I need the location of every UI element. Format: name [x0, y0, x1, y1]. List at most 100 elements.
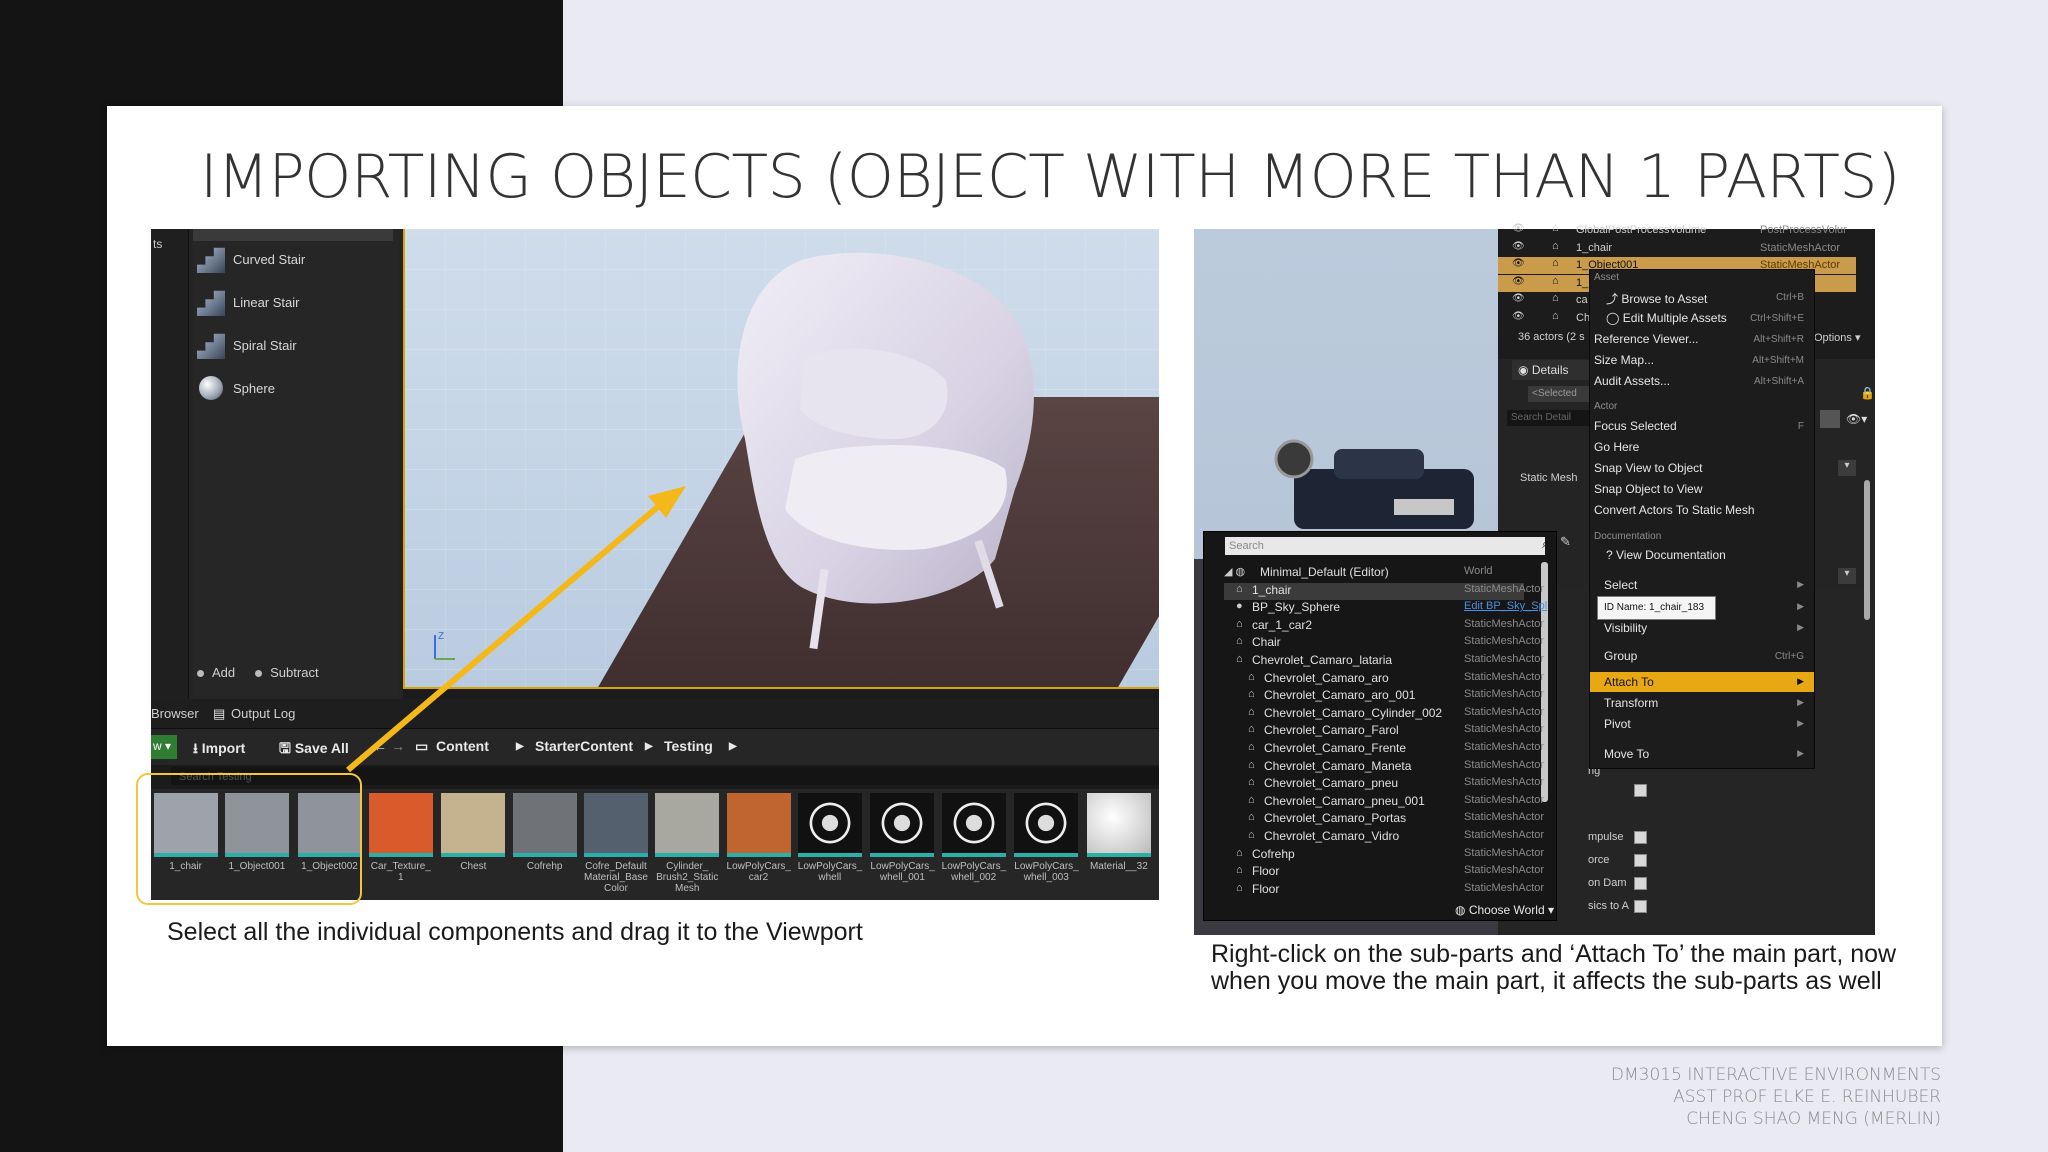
picker-row[interactable]: ⌂ Chair StaticMeshActor: [1224, 635, 1544, 652]
asset-thumbnail: [1086, 793, 1151, 857]
choose-world-dropdown[interactable]: ◍ Choose World ▾: [1455, 903, 1554, 917]
picker-row[interactable]: ⌂ Floor StaticMeshActor: [1224, 882, 1544, 899]
asset-tile[interactable]: LowPolyCars_ car2: [726, 793, 791, 883]
picker-row[interactable]: ⌂ Chevrolet_Camaro_pneu StaticMeshActor: [1224, 776, 1544, 793]
picker-row[interactable]: ⌂ Chevrolet_Camaro_Portas StaticMeshActor: [1224, 811, 1544, 828]
options-dropdown[interactable]: Options ▾: [1814, 331, 1861, 344]
breadcrumb-content[interactable]: Content: [436, 738, 489, 754]
picker-row[interactable]: ⌂ Cofrehp StaticMeshActor: [1224, 847, 1544, 864]
import-button[interactable]: ⭳ Import: [193, 738, 245, 762]
dropdown-arrow-icon[interactable]: ▾: [1838, 460, 1856, 476]
asset-tile[interactable]: LowPolyCars_ whell_003: [1014, 793, 1079, 883]
level-viewport[interactable]: Z: [403, 229, 1159, 689]
picker-row[interactable]: ⌂ Chevrolet_Camaro_Maneta StaticMeshActor: [1224, 759, 1544, 776]
property-checkbox[interactable]: [1634, 877, 1647, 890]
asset-tile[interactable]: Car_Texture_ 1: [368, 793, 433, 883]
picker-row[interactable]: ⌂ Chevrolet_Camaro_aro StaticMeshActor: [1224, 671, 1544, 688]
picker-row[interactable]: ⌂ Chevrolet_Camaro_pneu_001 StaticMeshAct…: [1224, 794, 1544, 811]
radio-dot-icon: [197, 670, 204, 678]
picker-row[interactable]: ◢ ◍ Minimal_Default (Editor) World: [1224, 565, 1524, 582]
visibility-eye-icon[interactable]: 👁: [1512, 241, 1525, 252]
ctx-group[interactable]: Group: [1604, 649, 1637, 663]
ctx-view-documentation[interactable]: ? View Documentation: [1606, 548, 1726, 562]
visibility-eye-icon[interactable]: 👁: [1512, 311, 1525, 322]
outliner-row[interactable]: 👁 ⌂ GlobalPostProcessVolume PostProcessVolu…: [1498, 222, 1856, 239]
property-checkbox[interactable]: [1634, 831, 1647, 844]
ctx-attach-to[interactable]: Attach To: [1604, 675, 1654, 689]
outliner-row[interactable]: 👁 ⌂ 1_chair StaticMeshActor: [1498, 240, 1856, 257]
dropdown-arrow-icon[interactable]: ▾: [1838, 568, 1856, 584]
place-item-sphere[interactable]: Sphere: [197, 370, 397, 406]
tab-content-browser[interactable]: Browser: [151, 706, 199, 721]
tab-output-log[interactable]: Output Log: [231, 706, 295, 721]
ctx-snap-view-to-object[interactable]: Snap View to Object: [1594, 461, 1703, 475]
ctx-transform[interactable]: Transform: [1604, 696, 1658, 710]
submenu-arrow-icon: ▶: [1797, 579, 1804, 589]
place-item-spiral-stair[interactable]: Spiral Stair: [197, 327, 397, 363]
add-radio[interactable]: Add: [197, 665, 235, 680]
eyedropper-icon[interactable]: ✎: [1560, 534, 1571, 550]
ctx-visibility[interactable]: Visibility: [1604, 621, 1647, 635]
picker-row[interactable]: ⌂ car_1_car2 StaticMeshActor: [1224, 618, 1544, 635]
lock-icon[interactable]: 🔒: [1860, 386, 1875, 400]
ctx-snap-object-to-view[interactable]: Snap Object to View: [1594, 482, 1703, 496]
ctx-browse-to-asset[interactable]: ⤴ Browse to Asset: [1606, 290, 1707, 307]
ctx-move-to[interactable]: Move To: [1604, 747, 1649, 761]
picker-row[interactable]: ⌂ Chevrolet_Camaro_Frente StaticMeshActor: [1224, 741, 1544, 758]
details-scrollbar[interactable]: [1864, 480, 1870, 620]
visibility-eye-icon[interactable]: 👁: [1512, 293, 1525, 304]
asset-tile[interactable]: LowPolyCars_ whell_002: [941, 793, 1006, 883]
picker-search-input[interactable]: Search: [1225, 537, 1545, 555]
ctx-audit-assets[interactable]: Audit Assets...: [1594, 374, 1670, 388]
asset-tile[interactable]: LowPolyCars_ whell_001: [870, 793, 935, 883]
ctx-go-here[interactable]: Go Here: [1594, 440, 1639, 454]
property-checkbox[interactable]: [1634, 854, 1647, 867]
subtract-radio[interactable]: Subtract: [255, 665, 319, 680]
picker-row[interactable]: ⌂ Chevrolet_Camaro_lataria StaticMeshActo…: [1224, 653, 1544, 670]
tab-details[interactable]: ◉ Details: [1512, 360, 1592, 380]
property-checkbox[interactable]: [1634, 784, 1647, 797]
visibility-eye-icon[interactable]: 👁: [1512, 276, 1525, 287]
place-item-linear-stair[interactable]: Linear Stair: [197, 284, 397, 320]
asset-tile[interactable]: LowPolyCars_ whell: [797, 793, 862, 883]
asset-tile[interactable]: Cylinder_ Brush2_Static Mesh: [655, 793, 720, 894]
search-details-input[interactable]: Search Detail: [1507, 410, 1589, 426]
grid-view-icon[interactable]: [1820, 410, 1840, 428]
breadcrumb-startercontent[interactable]: StarterContent: [535, 738, 633, 754]
picker-row-name: Chevrolet_Camaro_Farol: [1264, 723, 1399, 738]
asset-tile[interactable]: Cofrehp: [512, 793, 577, 872]
picker-row[interactable]: ⌂ Chevrolet_Camaro_Vidro StaticMeshActor: [1224, 829, 1544, 846]
eye-icon[interactable]: 👁▾: [1846, 412, 1867, 426]
picker-row[interactable]: ⌂ Chevrolet_Camaro_aro_001 StaticMeshActo…: [1224, 688, 1544, 705]
breadcrumb-testing[interactable]: Testing: [664, 738, 713, 754]
back-arrow-icon[interactable]: ←: [373, 738, 387, 754]
picker-row-type[interactable]: Edit BP_Sky_Spl: [1464, 600, 1547, 612]
ctx-edit-multiple-assets[interactable]: ◯ Edit Multiple Assets: [1606, 311, 1727, 325]
picker-row[interactable]: ● BP_Sky_Sphere Edit BP_Sky_Spl: [1224, 600, 1547, 617]
asset-tile[interactable]: Cofre_Default Material_Base Color: [583, 793, 648, 894]
ctx-reference-viewer[interactable]: Reference Viewer...: [1594, 332, 1699, 346]
property-checkbox[interactable]: [1634, 900, 1647, 913]
asset-tile[interactable]: Material__32: [1086, 793, 1151, 872]
ctx-shortcut: Ctrl+Shift+E: [1750, 313, 1804, 324]
ctx-pivot[interactable]: Pivot: [1604, 717, 1631, 731]
visibility-eye-icon[interactable]: 👁: [1512, 258, 1525, 269]
picker-row[interactable]: ⌂ Floor StaticMeshActor: [1224, 864, 1544, 881]
ctx-convert-actors[interactable]: Convert Actors To Static Mesh: [1594, 503, 1755, 517]
ctx-focus-selected[interactable]: Focus Selected: [1594, 419, 1677, 433]
picker-row[interactable]: ⌂ Chevrolet_Camaro_Farol StaticMeshActor: [1224, 723, 1544, 740]
save-all-button[interactable]: 🖫 Save All: [279, 738, 349, 762]
asset-tile[interactable]: Chest: [441, 793, 506, 872]
slide-title: IMPORTING OBJECTS (OBJECT WITH MORE THAN…: [200, 142, 1900, 212]
picker-row-name: Chevrolet_Camaro_Frente: [1264, 741, 1407, 755]
visibility-eye-icon[interactable]: 👁: [1512, 223, 1525, 234]
add-new-button[interactable]: w ▾: [151, 735, 177, 759]
ctx-size-map[interactable]: Size Map...: [1594, 353, 1654, 367]
picker-row[interactable]: ⌂ 1_chair StaticMeshActor: [1224, 582, 1544, 600]
selected-actor-field[interactable]: <Selected: [1528, 386, 1590, 402]
forward-arrow-icon[interactable]: →: [391, 738, 405, 754]
picker-row[interactable]: ⌂ Chevrolet_Camaro_Cylinder_002 StaticMes…: [1224, 706, 1544, 723]
ctx-select[interactable]: Select: [1604, 578, 1637, 592]
place-item-curved-stair[interactable]: Curved Stair: [197, 241, 397, 277]
details-tab-label: Details: [1531, 363, 1569, 377]
